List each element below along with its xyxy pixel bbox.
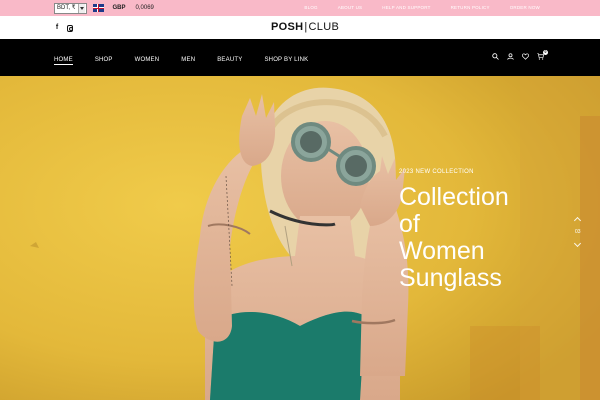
- hero-text: 2023 NEW COLLECTION Collection of Women …: [399, 169, 549, 292]
- slide-number: 03: [575, 229, 581, 235]
- nav-item-shop[interactable]: SHOP: [95, 57, 113, 65]
- uk-flag-icon[interactable]: [92, 4, 104, 12]
- hero-banner: 2023 NEW COLLECTION Collection of Women …: [0, 76, 600, 400]
- currency-area: BDT, ₹ GBP 0,0069: [54, 2, 154, 14]
- hero-title-line: Women: [399, 237, 485, 265]
- nav-item-shop-by-link[interactable]: SHOP BY LINK: [264, 57, 308, 65]
- currency-select[interactable]: BDT, ₹: [54, 2, 87, 14]
- user-icon[interactable]: [507, 53, 514, 60]
- chevron-down-icon[interactable]: [574, 239, 582, 248]
- cart-button[interactable]: 0: [537, 50, 548, 60]
- logo-row: f POSH|CLUB: [0, 16, 600, 39]
- heart-icon[interactable]: [522, 53, 529, 60]
- top-bar: BDT, ₹ GBP 0,0069 BLOG ABOUT US HELP AND…: [0, 0, 600, 16]
- top-link-help-and-support[interactable]: HELP AND SUPPORT: [382, 5, 430, 10]
- top-links: BLOG ABOUT US HELP AND SUPPORT RETURN PO…: [284, 5, 540, 10]
- cart-count-badge: 0: [543, 50, 548, 55]
- currency-rate: 0,0069: [135, 5, 154, 11]
- nav-item-beauty[interactable]: BEAUTY: [217, 57, 242, 65]
- hero-title-line: Sunglass: [399, 264, 502, 292]
- hero-title-line: Collection: [399, 183, 509, 211]
- top-link-blog[interactable]: BLOG: [304, 5, 317, 10]
- chevron-up-icon[interactable]: [574, 216, 582, 225]
- nav-item-women[interactable]: WOMEN: [135, 57, 160, 65]
- chevron-down-icon: [77, 3, 85, 13]
- facebook-icon[interactable]: f: [54, 24, 60, 31]
- top-link-return-policy[interactable]: RETURN POLICY: [451, 5, 490, 10]
- currency-select-value: BDT, ₹: [57, 4, 76, 11]
- slider-controls: 03: [574, 216, 582, 248]
- nav-links: HOME SHOP WOMEN MEN BEAUTY SHOP BY LINK: [54, 57, 330, 65]
- instagram-icon[interactable]: [67, 25, 73, 32]
- hero-title-line: of: [399, 210, 420, 238]
- hero-title: Collection of Women Sunglass: [399, 184, 549, 292]
- main-nav: HOME SHOP WOMEN MEN BEAUTY SHOP BY LINK …: [0, 39, 600, 76]
- currency-code[interactable]: GBP: [113, 5, 126, 11]
- logo-posh: POSH: [271, 21, 304, 33]
- search-icon[interactable]: [492, 53, 499, 60]
- site-logo[interactable]: POSH|CLUB: [271, 21, 339, 33]
- nav-item-men[interactable]: MEN: [181, 57, 195, 65]
- logo-club: CLUB: [308, 21, 340, 33]
- hero-subtitle: 2023 NEW COLLECTION: [399, 169, 474, 175]
- nav-item-home[interactable]: HOME: [54, 57, 73, 65]
- top-link-order-now[interactable]: ORDER NOW: [510, 5, 540, 10]
- top-link-about-us[interactable]: ABOUT US: [338, 5, 363, 10]
- logo-separator: |: [304, 21, 308, 33]
- social-links: f: [54, 24, 73, 32]
- nav-icons: 0: [492, 50, 548, 60]
